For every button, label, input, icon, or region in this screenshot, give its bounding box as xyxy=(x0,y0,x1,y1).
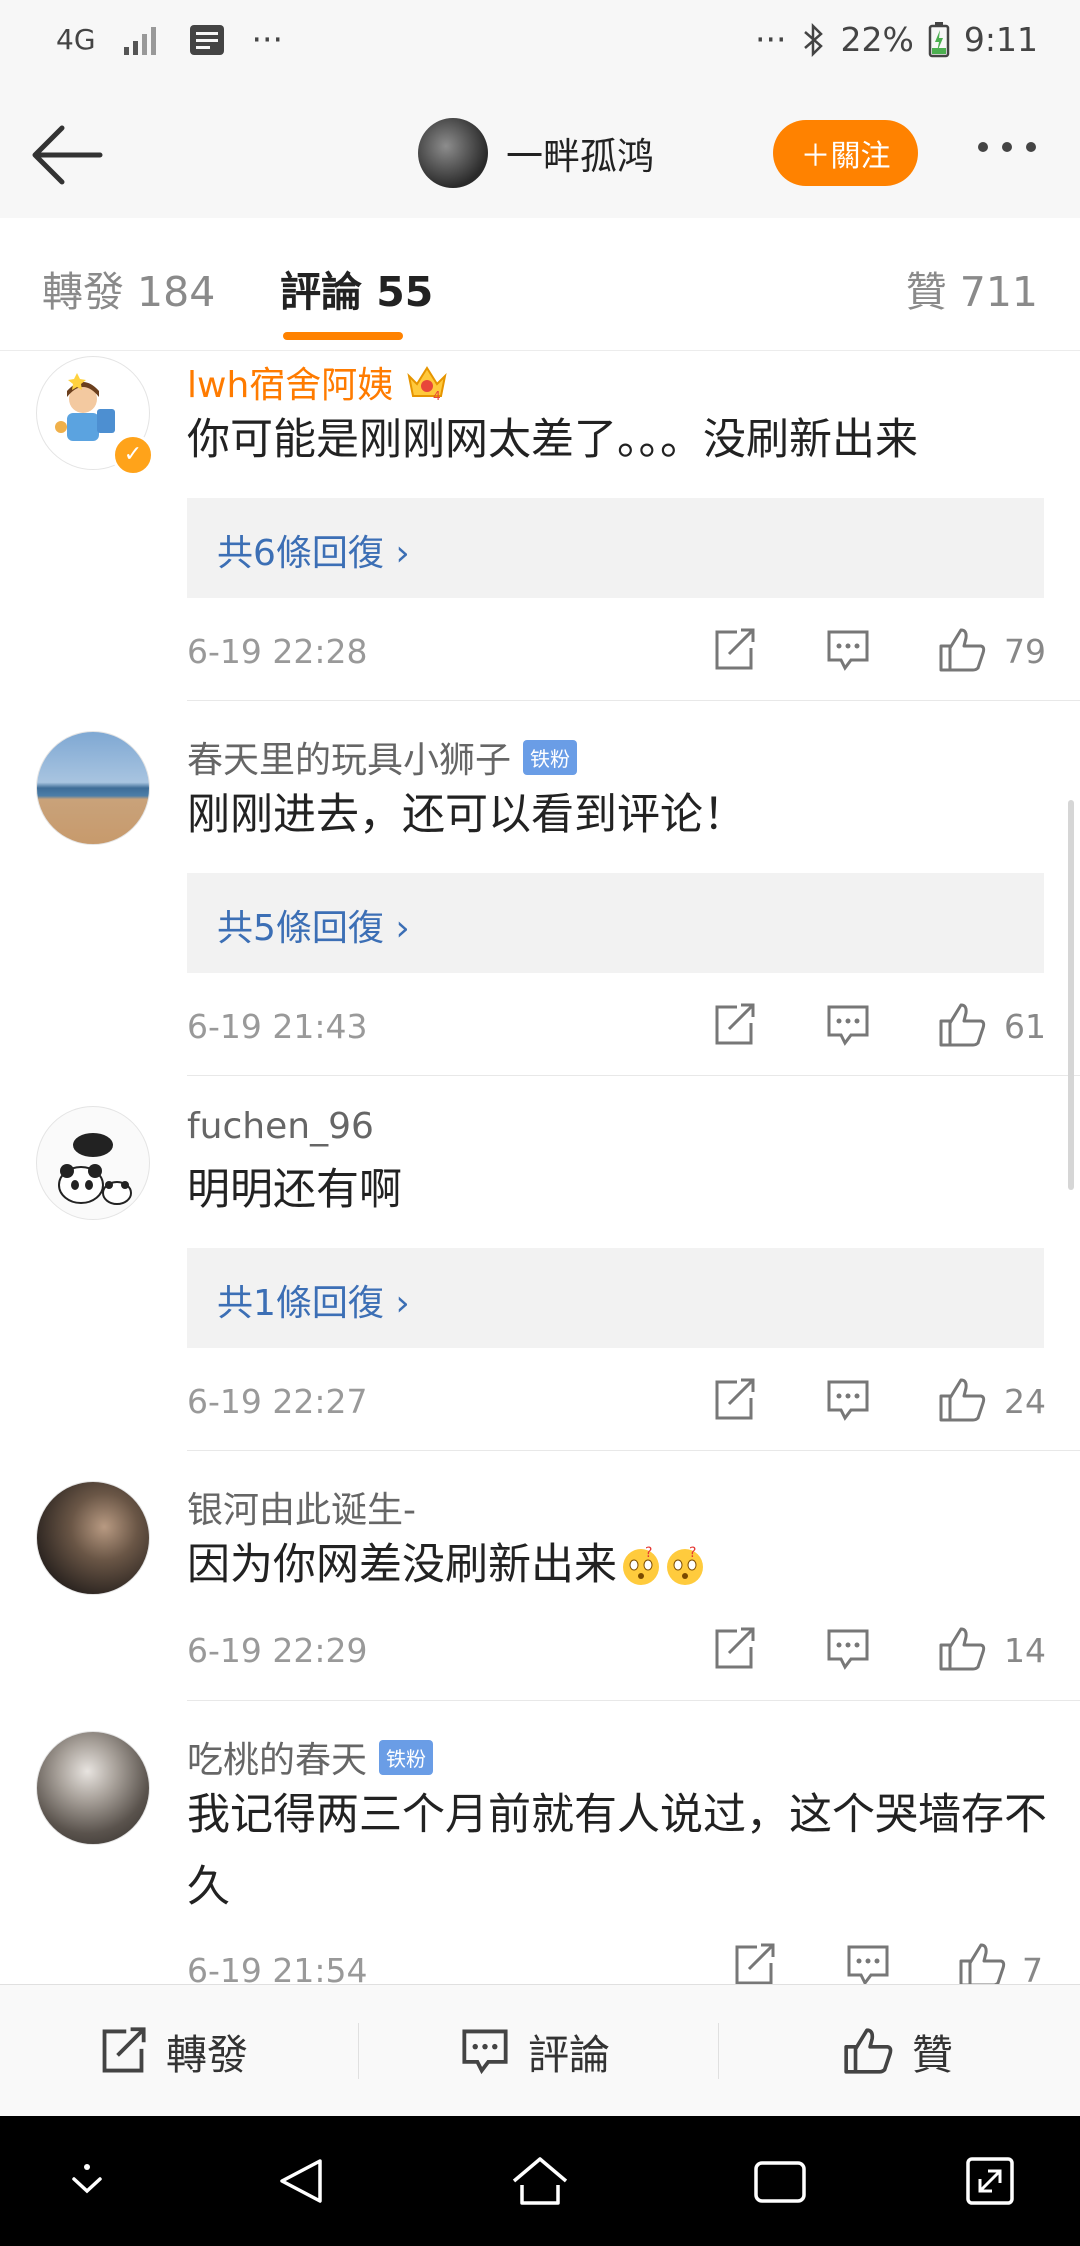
comment-username[interactable]: 吃桃的春天 铁粉 xyxy=(187,1731,434,1783)
repost-icon[interactable] xyxy=(711,1003,757,1047)
avatar[interactable] xyxy=(36,731,150,845)
divider xyxy=(718,2023,719,2079)
like-count: 7 xyxy=(1022,1951,1043,1984)
fan-badge: 铁粉 xyxy=(379,1739,434,1775)
comment-timestamp: 6-19 22:28 xyxy=(187,632,368,671)
confused-emoji-icon: ? xyxy=(623,1545,659,1585)
signal-icon xyxy=(123,26,156,55)
reply-count-label: 共1條回復 › xyxy=(217,1283,410,1324)
more-notifications-icon: ··· xyxy=(251,20,283,59)
system-navigation-bar xyxy=(0,2116,1080,2246)
profile-header[interactable]: 一畔孤鸿 xyxy=(418,118,654,188)
comment-username[interactable]: 春天里的玩具小狮子 铁粉 xyxy=(187,731,578,783)
svg-text:?: ? xyxy=(689,1545,696,1561)
more-status-icon: ··· xyxy=(755,20,787,59)
like-count: 24 xyxy=(1004,1382,1046,1421)
divider xyxy=(358,2023,359,2079)
comment-list[interactable]: ✓ lwh宿舍阿姨 4 你可能是刚刚网太差了。。。没刷新出来 共6條回復 › 6… xyxy=(0,350,1080,1984)
comment-icon xyxy=(462,2029,508,2075)
tab-bar: 轉發 184 評論 55 贊 711 xyxy=(0,218,1080,351)
fan-badge: 铁粉 xyxy=(523,739,578,775)
bottom-action-bar: 轉發 評論 贊 xyxy=(0,1984,1080,2117)
verified-badge-icon: ✓ xyxy=(112,434,154,476)
comment-text: 我记得两三个月前就有人说过，这个哭墙存不久 xyxy=(187,1790,1047,1912)
comment-text: 刚刚进去，还可以看到评论！ xyxy=(187,790,746,840)
comment-timestamp: 6-19 22:29 xyxy=(187,1631,368,1670)
like-icon[interactable] xyxy=(937,1001,987,1049)
reply-thread-link[interactable]: 共1條回復 › xyxy=(187,1248,1044,1348)
comment-icon[interactable] xyxy=(825,628,871,672)
clock: 9:11 xyxy=(963,20,1038,59)
tab-comments[interactable]: 評論 55 xyxy=(280,258,433,318)
divider xyxy=(187,700,1080,701)
comment-username[interactable]: fuchen_96 xyxy=(187,1106,374,1147)
comment-icon[interactable] xyxy=(845,1943,891,1984)
repost-icon[interactable] xyxy=(731,1943,777,1984)
comment-text: 因为你网差没刷新出来 ? ? xyxy=(187,1529,1047,1601)
comment-timestamp: 6-19 22:27 xyxy=(187,1382,368,1421)
comment-button[interactable]: 評論 xyxy=(460,1985,610,2117)
like-icon xyxy=(844,2028,893,2074)
comment-timestamp: 6-19 21:43 xyxy=(187,1007,368,1046)
comment-text: 你可能是刚刚网太差了。。。没刷新出来 xyxy=(187,415,918,465)
like-icon[interactable] xyxy=(937,1625,987,1673)
page-title: 一畔孤鸿 xyxy=(506,135,654,178)
repost-icon[interactable] xyxy=(711,628,757,672)
comment-icon[interactable] xyxy=(825,1378,871,1422)
battery-percent: 22% xyxy=(840,20,914,59)
comment-icon[interactable] xyxy=(825,1003,871,1047)
reply-thread-link[interactable]: 共5條回復 › xyxy=(187,873,1044,973)
repost-icon[interactable] xyxy=(711,1627,757,1671)
expand-icon[interactable] xyxy=(962,2153,1018,2209)
reply-thread-link[interactable]: 共6條回復 › xyxy=(187,498,1044,598)
reply-count-label: 共5條回復 › xyxy=(217,908,410,949)
like-icon[interactable] xyxy=(937,626,987,674)
comment-timestamp: 6-19 21:54 xyxy=(187,1951,368,1984)
repost-icon xyxy=(102,2027,146,2073)
back-nav-icon[interactable] xyxy=(274,2153,330,2209)
avatar[interactable] xyxy=(36,1106,150,1220)
avatar[interactable] xyxy=(36,1481,150,1595)
tab-likes[interactable]: 贊 711 xyxy=(906,258,1038,318)
divider xyxy=(187,1450,1080,1451)
recent-apps-icon[interactable] xyxy=(752,2153,808,2209)
comment-icon[interactable] xyxy=(825,1627,871,1671)
more-options-icon[interactable] xyxy=(978,142,1036,152)
divider xyxy=(187,1700,1080,1701)
svg-text:?: ? xyxy=(645,1545,652,1561)
reply-count-label: 共6條回復 › xyxy=(217,533,410,574)
hide-keyboard-icon[interactable] xyxy=(62,2153,112,2209)
battery-charging-icon xyxy=(928,21,950,57)
like-icon[interactable] xyxy=(937,1376,987,1424)
like-count: 79 xyxy=(1004,632,1046,671)
top-navigation-bar: 一畔孤鸿 ＋關注 xyxy=(0,92,1080,219)
comment-text: 明明还有啊 xyxy=(187,1165,402,1215)
tab-reposts[interactable]: 轉發 184 xyxy=(42,258,215,318)
like-count: 14 xyxy=(1004,1631,1046,1670)
like-icon[interactable] xyxy=(957,1941,1007,1984)
bluetooth-icon xyxy=(803,22,823,57)
notification-icon xyxy=(189,24,224,55)
comment-username[interactable]: 银河由此诞生- xyxy=(187,1481,416,1533)
repost-button[interactable]: 轉發 xyxy=(98,1985,248,2117)
vip-crown-icon: 4 xyxy=(407,366,447,402)
comment-username[interactable]: lwh宿舍阿姨 4 xyxy=(187,356,449,408)
follow-button[interactable]: ＋關注 xyxy=(773,120,918,186)
avatar[interactable] xyxy=(36,1731,150,1845)
svg-text:4: 4 xyxy=(433,389,441,402)
like-count: 61 xyxy=(1004,1007,1046,1046)
divider xyxy=(187,1075,1080,1076)
status-bar: 4G ··· ··· 22% 9:11 xyxy=(0,0,1080,92)
network-label: 4G xyxy=(56,23,96,56)
repost-icon[interactable] xyxy=(711,1378,757,1422)
like-button[interactable]: 贊 xyxy=(842,1985,953,2117)
scrollbar[interactable] xyxy=(1068,800,1074,1190)
back-arrow-icon[interactable] xyxy=(28,120,106,190)
confused-emoji-icon: ? xyxy=(667,1545,703,1585)
home-nav-icon[interactable] xyxy=(510,2153,570,2209)
avatar[interactable] xyxy=(418,118,488,188)
active-tab-indicator xyxy=(283,332,403,340)
